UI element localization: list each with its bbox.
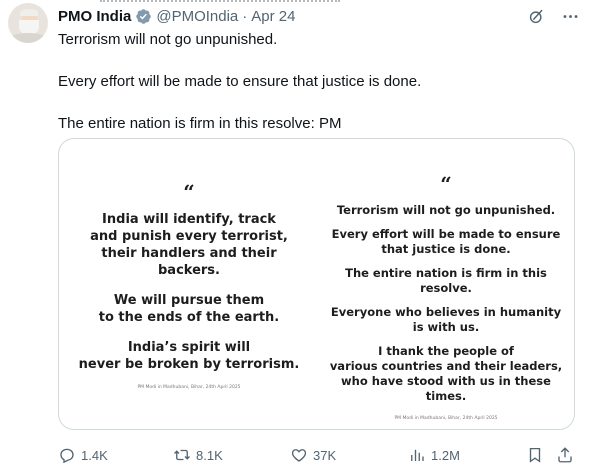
quote-mark: “ xyxy=(183,180,195,204)
avatar-shoulders xyxy=(8,33,48,43)
repost-button[interactable]: 8.1K xyxy=(173,446,223,464)
avatar[interactable] xyxy=(8,3,48,43)
post-date[interactable]: Apr 24 xyxy=(251,8,295,25)
post-line-2: Every effort will be made to ensure that… xyxy=(58,73,422,90)
quote-line: never be broken by terrorism. xyxy=(78,357,300,372)
quote-line: and punish every terrorist, xyxy=(90,229,288,244)
grok-icon[interactable] xyxy=(526,6,546,26)
quote-line: We will pursue them xyxy=(113,293,265,308)
reply-button[interactable]: 1.4K xyxy=(58,446,108,464)
quote-credit: PM Modi in Madhubani, Bihar, 24th April … xyxy=(394,416,498,421)
post-image[interactable]: “ India will identify, track and punish … xyxy=(58,138,575,430)
post-line-3: The entire nation is firm in this resolv… xyxy=(58,115,342,132)
post-actions: 1.4K 8.1K 37K 1.2M xyxy=(58,444,578,466)
like-count: 37K xyxy=(313,447,337,463)
separator-dot: · xyxy=(242,7,248,25)
quote-line: The entire nation is firm in this resolv… xyxy=(345,266,547,295)
bookmark-icon xyxy=(529,447,541,463)
post-text: Terrorism will not go unpunished. Every … xyxy=(58,30,578,134)
quote-card-right: “ Terrorism will not go unpunished. Ever… xyxy=(321,172,571,421)
views-button[interactable]: 1.2M xyxy=(408,446,460,464)
quote-line: India’s spirit will xyxy=(127,340,251,355)
quote-line: various countries and their leaders, xyxy=(329,359,563,373)
avatar-hair xyxy=(20,9,38,16)
bookmark-button[interactable] xyxy=(526,446,544,464)
views-count: 1.2M xyxy=(431,447,460,463)
quote-card-left: “ India will identify, track and punish … xyxy=(73,180,305,390)
like-button[interactable]: 37K xyxy=(290,446,336,464)
quote-mark: “ xyxy=(440,172,452,196)
quote-line: to the ends of the earth. xyxy=(98,310,280,325)
author-handle[interactable]: @PMOIndia xyxy=(156,8,238,25)
quote-line: Terrorism will not go unpunished. xyxy=(336,203,556,217)
quote-line: Everyone who believes in humanity xyxy=(330,305,562,319)
verified-badge-icon[interactable] xyxy=(135,8,152,25)
quote-line: Every effort will be made to ensure xyxy=(331,227,561,241)
quote-credit: PM Modi in Madhubani, Bihar, 24th April … xyxy=(137,385,241,390)
author-name[interactable]: PMO India xyxy=(58,8,131,25)
quote-line: their handlers and their backers. xyxy=(101,246,277,278)
quote-line: India will identify, track xyxy=(102,212,276,227)
quote-line: I thank the people of xyxy=(378,344,514,358)
quote-line: is with us. xyxy=(412,320,480,334)
quote-line: who have stood with us in these times. xyxy=(341,374,551,403)
post-top-actions xyxy=(526,6,580,26)
views-icon xyxy=(411,449,424,461)
post-line-1: Terrorism will not go unpunished. xyxy=(58,31,278,48)
repost-count: 8.1K xyxy=(196,447,223,463)
quote-line: that justice is done. xyxy=(381,242,511,256)
post-header: PMO India @PMOIndia · Apr 24 xyxy=(58,6,295,26)
repost-icon xyxy=(174,449,190,461)
share-icon xyxy=(558,447,572,463)
reply-icon xyxy=(60,448,74,464)
reply-count: 1.4K xyxy=(81,447,108,463)
thread-connector xyxy=(100,0,340,3)
like-icon xyxy=(291,449,307,462)
more-icon[interactable] xyxy=(560,6,580,26)
share-button[interactable] xyxy=(556,446,574,464)
